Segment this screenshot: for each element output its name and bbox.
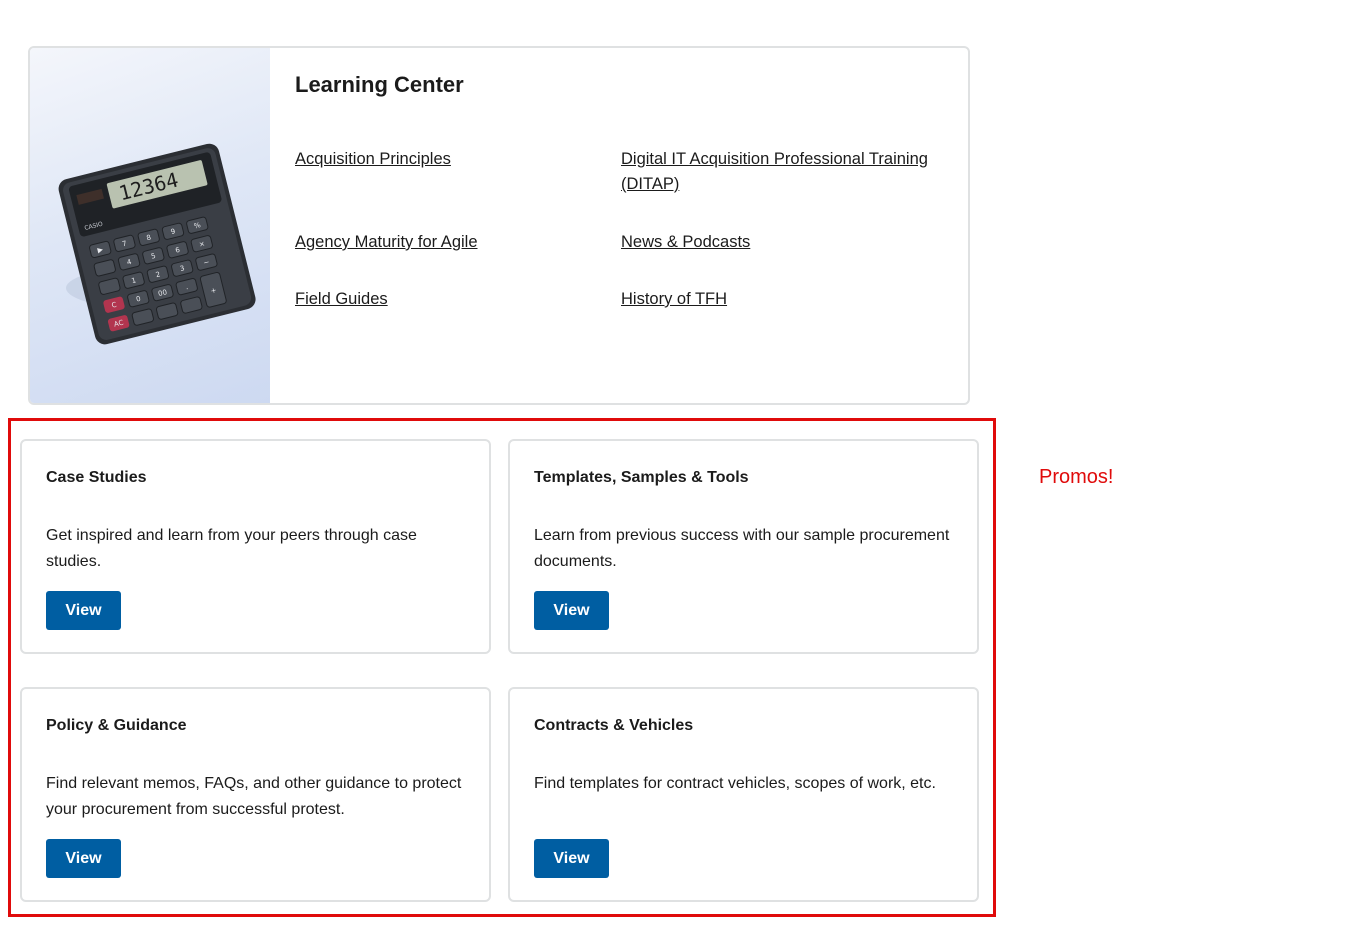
promo-card-templates-samples-tools: Templates, Samples & Tools Learn from pr… — [508, 439, 979, 654]
view-button-policy-guidance[interactable]: View — [46, 839, 121, 878]
link-news-podcasts[interactable]: News & Podcasts — [621, 230, 931, 255]
promos-annotation-label: Promos! — [1039, 466, 1114, 488]
promo-card-contracts-vehicles: Contracts & Vehicles Find templates for … — [508, 687, 979, 902]
promo-card-policy-guidance: Policy & Guidance Find relevant memos, F… — [20, 687, 491, 902]
page: 12364 CASIO ▶ 7 8 9 % 4 5 6 × 1 2 3 − C … — [0, 0, 1345, 925]
promo-card-title: Case Studies — [46, 469, 147, 486]
view-button-case-studies[interactable]: View — [46, 591, 121, 630]
learning-center-card: 12364 CASIO ▶ 7 8 9 % 4 5 6 × 1 2 3 − C … — [28, 46, 970, 405]
calculator-image: 12364 CASIO ▶ 7 8 9 % 4 5 6 × 1 2 3 − C … — [30, 48, 270, 403]
link-field-guides[interactable]: Field Guides — [295, 287, 605, 312]
learning-center-title: Learning Center — [295, 72, 464, 97]
link-history-of-tfh[interactable]: History of TFH — [621, 287, 931, 312]
calculator-illustration: 12364 CASIO ▶ 7 8 9 % 4 5 6 × 1 2 3 − C … — [58, 143, 256, 345]
promo-card-description: Get inspired and learn from your peers t… — [46, 527, 417, 570]
promo-card-description: Find templates for contract vehicles, sc… — [534, 775, 936, 792]
promo-card-title: Templates, Samples & Tools — [534, 469, 749, 486]
promo-card-title: Contracts & Vehicles — [534, 717, 694, 734]
promo-card-description: Learn from previous success with our sam… — [534, 527, 950, 570]
link-ditap[interactable]: Digital IT Acquisition Professional Trai… — [621, 147, 931, 197]
promo-card-title: Policy & Guidance — [46, 717, 187, 734]
view-button-templates-samples-tools[interactable]: View — [534, 591, 609, 630]
promo-card-case-studies: Case Studies Get inspired and learn from… — [20, 439, 491, 654]
promo-card-description: Find relevant memos, FAQs, and other gui… — [46, 775, 462, 818]
view-button-contracts-vehicles[interactable]: View — [534, 839, 609, 878]
link-agency-maturity-agile[interactable]: Agency Maturity for Agile — [295, 230, 605, 255]
link-acquisition-principles[interactable]: Acquisition Principles — [295, 147, 605, 172]
learning-center-body: Learning Center Acquisition Principles D… — [270, 48, 968, 403]
